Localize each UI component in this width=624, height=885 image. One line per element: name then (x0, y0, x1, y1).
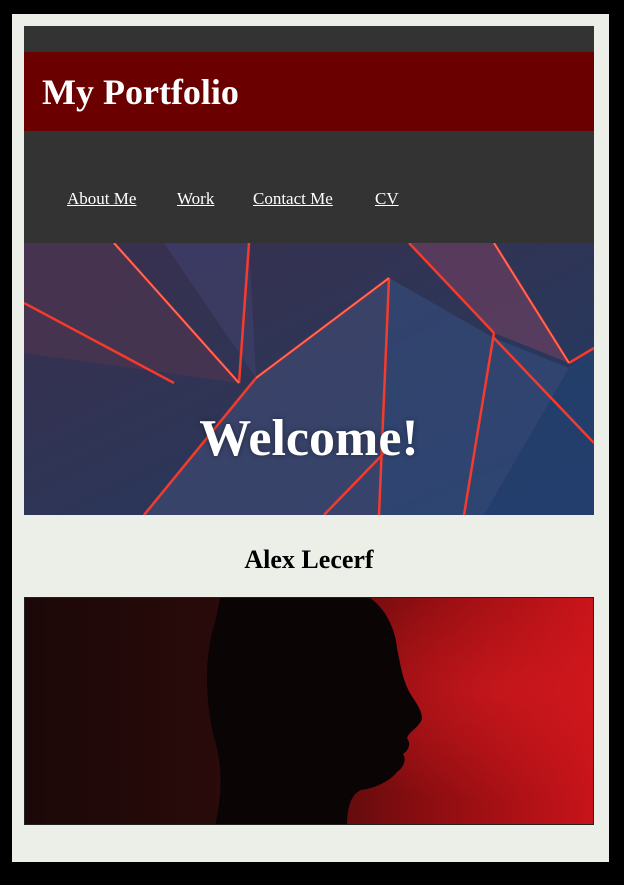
hero-background-image (24, 243, 594, 515)
main-nav: About Me Work Contact Me CV (24, 131, 594, 243)
nav-link-cv[interactable]: CV (375, 189, 399, 209)
page-frame: My Portfolio About Me Work Contact Me CV (12, 14, 609, 862)
top-bar (24, 26, 594, 52)
nav-link-contact-me[interactable]: Contact Me (253, 189, 333, 209)
hero-banner: Welcome! (24, 243, 594, 515)
hero-heading: Welcome! (199, 410, 419, 467)
profile-photo (24, 597, 594, 825)
site-title: My Portfolio (42, 72, 239, 112)
nav-link-work[interactable]: Work (177, 189, 214, 209)
site-header: My Portfolio (24, 52, 594, 131)
profile-name: Alex Lecerf (244, 545, 374, 574)
nav-link-about-me[interactable]: About Me (67, 189, 136, 209)
silhouette-image (25, 598, 593, 824)
